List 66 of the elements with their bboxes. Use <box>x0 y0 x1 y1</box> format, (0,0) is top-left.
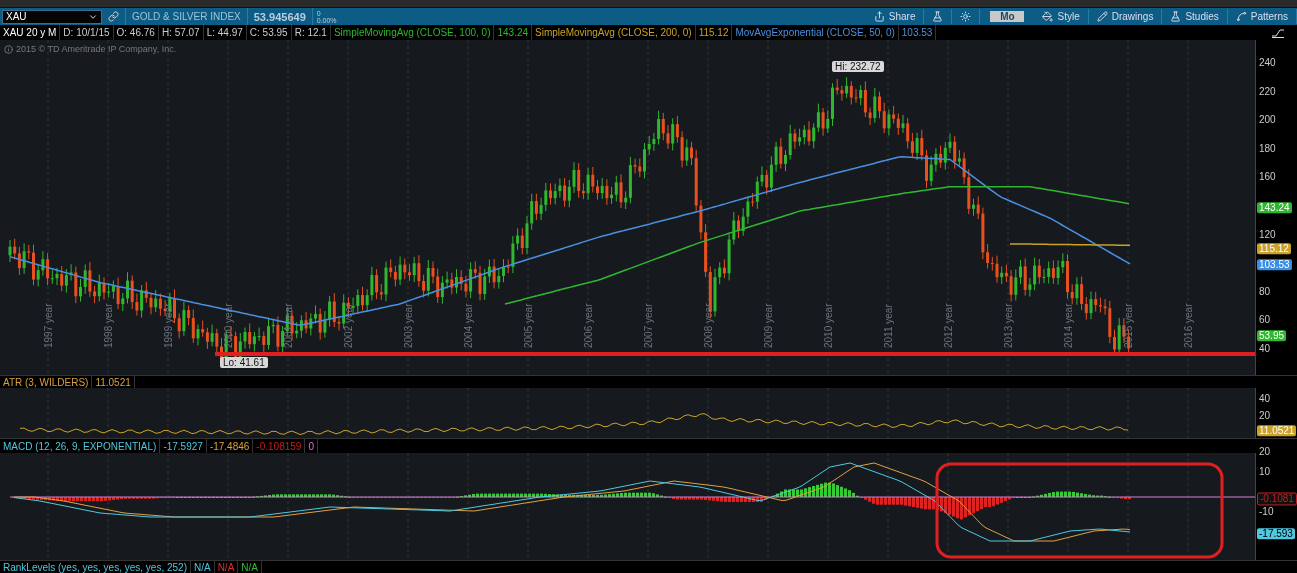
year-label: 1998 year <box>103 303 114 348</box>
year-label: 1999 year <box>163 303 174 348</box>
share-button[interactable]: Share <box>865 9 925 24</box>
axis-tick-label: 200 <box>1259 115 1276 126</box>
study-value: N/A <box>214 561 239 573</box>
year-label: 2005 year <box>523 303 534 348</box>
flask-icon <box>932 11 944 22</box>
value-badge: -0.1081 <box>1257 492 1297 506</box>
year-label: 2014 year <box>1063 303 1074 348</box>
year-label: 2001 year <box>283 303 294 348</box>
drawings-button[interactable]: Drawings <box>1088 9 1163 24</box>
price-badge: 103.53 <box>1257 259 1292 271</box>
axis-tick-label: 60 <box>1259 315 1271 326</box>
year-label: 2004 year <box>463 303 474 348</box>
period-button[interactable]: Mo <box>990 11 1025 22</box>
axis-tick-label: 10 <box>1259 467 1271 477</box>
axis-tick-label: 220 <box>1259 86 1276 97</box>
scale-icon[interactable] <box>1271 27 1285 38</box>
patterns-button[interactable]: Patterns <box>1227 9 1297 24</box>
year-label: 2006 year <box>583 303 594 348</box>
year-label: 2015 year <box>1123 303 1134 348</box>
axis-tick-label: 80 <box>1259 286 1271 297</box>
settings-icon <box>960 11 972 22</box>
value-badge: 11.0521 <box>1257 424 1297 436</box>
axis-tick-label: 20 <box>1259 447 1271 457</box>
year-label: 2012 year <box>943 303 954 348</box>
year-label: 2010 year <box>823 303 834 348</box>
last-price: 53.945649 <box>253 10 306 23</box>
year-label: 2003 year <box>403 303 414 348</box>
axis-tick-label: 180 <box>1259 143 1276 154</box>
year-label: 2013 year <box>1003 303 1014 348</box>
price-badge: 53.95 <box>1257 330 1287 342</box>
studies-button[interactable]: Studies <box>1162 9 1228 24</box>
copyright-text: 2015 © TD Ameritrade IP Company, Inc. <box>16 44 177 54</box>
study-value: N/A <box>190 561 215 573</box>
year-label: 1997 year <box>43 303 54 348</box>
info-icon <box>4 44 13 54</box>
style-button[interactable]: Style <box>1034 9 1089 24</box>
symbol-field[interactable]: XAU <box>2 9 102 24</box>
share-icon <box>873 11 885 22</box>
year-label: 2016 year <box>1183 303 1194 348</box>
axis-tick-label: 120 <box>1259 229 1276 240</box>
value-badge: -17.593 <box>1257 528 1295 540</box>
price-badge: 115.12 <box>1257 242 1291 254</box>
axis-tick-label: -10 <box>1259 507 1274 517</box>
year-label: 2002 year <box>343 303 354 348</box>
year-label: 2009 year <box>763 303 774 348</box>
axis-tick-label: 40 <box>1259 344 1271 354</box>
low-marker: Lo: 41.61 <box>220 357 268 368</box>
year-label: 2011 year <box>883 304 894 348</box>
pencil-icon <box>1096 11 1108 22</box>
study-value: N/A <box>238 561 262 573</box>
study-label: RankLevels (yes, yes, yes, yes, yes, 252) <box>0 561 191 573</box>
price-badge: 143.24 <box>1257 202 1292 214</box>
link-icon[interactable] <box>108 11 119 22</box>
year-label: 2000 year <box>223 303 234 348</box>
year-label: 2007 year <box>643 303 654 348</box>
symbol-description: GOLD & SILVER INDEX <box>132 11 241 22</box>
flask-icon <box>1170 11 1182 22</box>
paint-bucket-icon <box>1042 11 1054 22</box>
high-marker: Hi: 232.72 <box>832 61 884 72</box>
axis-tick-label: 20 <box>1259 411 1271 421</box>
year-label: 2008 year <box>703 303 714 348</box>
axis-tick-label: 40 <box>1259 394 1271 404</box>
axis-tick-label: 240 <box>1259 58 1276 68</box>
axis-tick-label: 160 <box>1259 172 1276 183</box>
